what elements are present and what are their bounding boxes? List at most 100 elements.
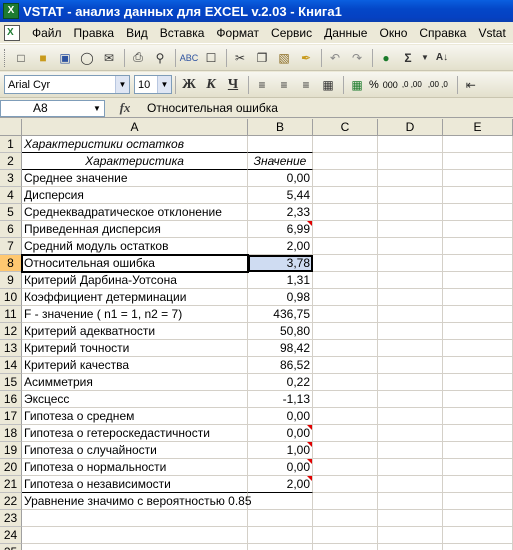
cell-empty[interactable]: [313, 527, 378, 544]
row-header[interactable]: 20: [0, 459, 22, 476]
row-header[interactable]: 6: [0, 221, 22, 238]
cell-empty[interactable]: [378, 340, 443, 357]
cell-empty[interactable]: [378, 323, 443, 340]
cell-b12[interactable]: 50,80: [248, 323, 313, 340]
cell-b22[interactable]: [248, 493, 313, 510]
cell-empty[interactable]: [443, 391, 513, 408]
cell-empty[interactable]: [313, 170, 378, 187]
workbook-icon[interactable]: [4, 24, 20, 41]
row-header[interactable]: 10: [0, 289, 22, 306]
print-preview-icon[interactable]: ⚲: [150, 48, 170, 68]
cell-empty[interactable]: [378, 476, 443, 493]
cut-icon[interactable]: ✂: [230, 48, 250, 68]
cell-a20[interactable]: Гипотеза о нормальности: [22, 459, 248, 476]
hyperlink-icon[interactable]: ●: [376, 48, 396, 68]
align-right-icon[interactable]: ≡: [296, 75, 316, 95]
undo-icon[interactable]: ↶: [325, 48, 345, 68]
row-header[interactable]: 1: [0, 136, 22, 153]
cell-a7[interactable]: Средний модуль остатков: [22, 238, 248, 255]
cell-empty[interactable]: [378, 374, 443, 391]
cell-empty[interactable]: [443, 527, 513, 544]
cell-b21[interactable]: 2,00: [248, 476, 313, 493]
cell-a24[interactable]: [22, 527, 248, 544]
spelling-icon[interactable]: ABC: [179, 48, 199, 68]
save-icon[interactable]: ▣: [55, 48, 75, 68]
cell-empty[interactable]: [443, 544, 513, 550]
cell-empty[interactable]: [443, 340, 513, 357]
currency-icon[interactable]: ▦: [347, 75, 367, 95]
cell-empty[interactable]: [313, 255, 378, 272]
menu-format[interactable]: Формат: [210, 26, 265, 40]
cell-empty[interactable]: [443, 238, 513, 255]
cell-empty[interactable]: [313, 476, 378, 493]
autosum-icon[interactable]: Σ: [398, 48, 418, 68]
cell-a15[interactable]: Асимметрия: [22, 374, 248, 391]
cell-a9[interactable]: Критерий Дарбина-Уотсона: [22, 272, 248, 289]
row-header[interactable]: 17: [0, 408, 22, 425]
cell-empty[interactable]: [378, 289, 443, 306]
cell-a19[interactable]: Гипотеза о случайности: [22, 442, 248, 459]
underline-button[interactable]: Ч: [223, 75, 243, 95]
cell-empty[interactable]: [313, 510, 378, 527]
cell-empty[interactable]: [378, 459, 443, 476]
row-header[interactable]: 14: [0, 357, 22, 374]
cell-empty[interactable]: [313, 204, 378, 221]
row-header[interactable]: 3: [0, 170, 22, 187]
italic-button[interactable]: К: [201, 75, 221, 95]
row-header[interactable]: 8: [0, 255, 22, 272]
sort-ascending-icon[interactable]: A↓: [432, 48, 452, 68]
cell-a4[interactable]: Дисперсия: [22, 187, 248, 204]
menu-edit[interactable]: Правка: [68, 26, 121, 40]
row-header[interactable]: 7: [0, 238, 22, 255]
cell-a21[interactable]: Гипотеза о независимости: [22, 476, 248, 493]
menu-window[interactable]: Окно: [373, 26, 413, 40]
format-painter-icon[interactable]: ✒: [296, 48, 316, 68]
cell-b11[interactable]: 436,75: [248, 306, 313, 323]
menu-view[interactable]: Вид: [120, 26, 154, 40]
cell-empty[interactable]: [378, 272, 443, 289]
cell-empty[interactable]: [313, 425, 378, 442]
align-center-icon[interactable]: ≡: [274, 75, 294, 95]
menu-vstat[interactable]: Vstat: [472, 26, 511, 40]
font-size-select[interactable]: 10 ▼: [134, 75, 172, 94]
cell-empty[interactable]: [378, 170, 443, 187]
row-header[interactable]: 13: [0, 340, 22, 357]
research-icon[interactable]: ☐: [201, 48, 221, 68]
cell-b4[interactable]: 5,44: [248, 187, 313, 204]
column-header-d[interactable]: D: [378, 119, 443, 136]
cell-empty[interactable]: [313, 493, 378, 510]
cell-empty[interactable]: [313, 136, 378, 153]
cell-b23[interactable]: [248, 510, 313, 527]
row-header[interactable]: 12: [0, 323, 22, 340]
cell-empty[interactable]: [313, 391, 378, 408]
cell-a25[interactable]: [22, 544, 248, 550]
decrease-decimal-button[interactable]: ,00 ,0: [428, 80, 450, 89]
row-header[interactable]: 24: [0, 527, 22, 544]
cell-b15[interactable]: 0,22: [248, 374, 313, 391]
cell-b25[interactable]: [248, 544, 313, 550]
row-header[interactable]: 9: [0, 272, 22, 289]
cell-b9[interactable]: 1,31: [248, 272, 313, 289]
copy-icon[interactable]: ❐: [252, 48, 272, 68]
function-icon[interactable]: fx: [105, 100, 145, 116]
cell-empty[interactable]: [443, 204, 513, 221]
row-header[interactable]: 16: [0, 391, 22, 408]
cell-a22[interactable]: Уравнение значимо с вероятностью 0.85: [22, 493, 252, 510]
cell-empty[interactable]: [378, 425, 443, 442]
align-left-icon[interactable]: ≡: [252, 75, 272, 95]
row-header[interactable]: 21: [0, 476, 22, 493]
cell-b13[interactable]: 98,42: [248, 340, 313, 357]
cell-b5[interactable]: 2,33: [248, 204, 313, 221]
cell-empty[interactable]: [443, 289, 513, 306]
cell-a14[interactable]: Критерий качества: [22, 357, 248, 374]
cell-b8[interactable]: 3,78: [248, 255, 313, 272]
cell-empty[interactable]: [443, 323, 513, 340]
cell-empty[interactable]: [378, 238, 443, 255]
cell-b19[interactable]: 1,00: [248, 442, 313, 459]
cell-empty[interactable]: [378, 544, 443, 550]
column-header-c[interactable]: C: [313, 119, 378, 136]
cell-empty[interactable]: [378, 306, 443, 323]
cell-empty[interactable]: [378, 510, 443, 527]
cell-b2[interactable]: Значение: [248, 153, 313, 170]
menu-file[interactable]: Файл: [26, 26, 68, 40]
